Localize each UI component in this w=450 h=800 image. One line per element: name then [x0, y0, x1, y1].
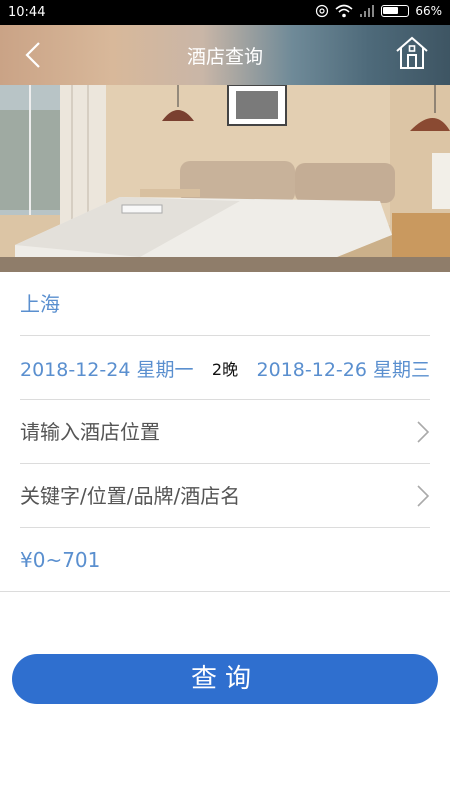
chevron-right-icon	[417, 421, 430, 443]
keyword-placeholder: 关键字/位置/品牌/酒店名	[20, 484, 241, 508]
keyword-row[interactable]: 关键字/位置/品牌/酒店名	[20, 464, 430, 528]
hotspot-icon	[316, 4, 329, 18]
location-placeholder: 请输入酒店位置	[20, 420, 160, 444]
status-icons: 66%	[315, 4, 442, 18]
bedroom-illustration	[0, 85, 450, 272]
city-value: 上海	[20, 292, 60, 316]
wifi-icon	[335, 4, 353, 18]
search-form: 上海 2018-12-24 星期一 2晚 2018-12-26 星期三 请输入酒…	[0, 272, 450, 592]
hero-image	[0, 85, 450, 272]
price-row[interactable]: ¥0~701	[0, 528, 450, 592]
check-in-date[interactable]: 2018-12-24 星期一	[20, 355, 193, 382]
battery-fill	[383, 7, 399, 14]
battery-percent: 66%	[415, 4, 442, 18]
status-time: 10:44	[8, 5, 46, 20]
date-row[interactable]: 2018-12-24 星期一 2晚 2018-12-26 星期三	[20, 336, 430, 400]
battery-icon	[381, 5, 410, 17]
price-range: ¥0~701	[20, 548, 101, 572]
check-out-date[interactable]: 2018-12-26 星期三	[257, 355, 430, 382]
city-row[interactable]: 上海	[20, 272, 430, 336]
status-bar: 10:44 66%	[0, 0, 450, 25]
date-range: 2018-12-24 星期一 2晚 2018-12-26 星期三	[20, 336, 430, 400]
search-button[interactable]: 查询	[12, 654, 438, 704]
location-row[interactable]: 请输入酒店位置	[20, 400, 430, 464]
page-title: 酒店查询	[186, 46, 263, 68]
chevron-right-icon	[417, 485, 430, 507]
home-icon[interactable]	[394, 35, 430, 71]
signal-icon	[360, 5, 375, 17]
nights-count: 2晚	[211, 360, 239, 379]
header: 酒店查询	[0, 25, 450, 85]
